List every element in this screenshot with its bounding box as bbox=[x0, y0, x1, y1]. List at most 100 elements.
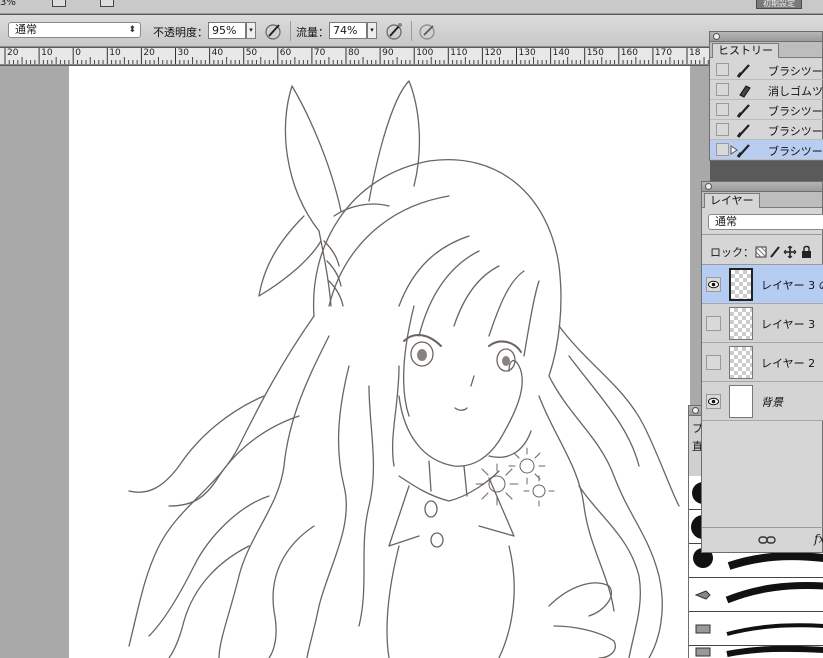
brush-icon bbox=[736, 64, 750, 78]
layer-row[interactable]: レイヤー 3 bbox=[702, 304, 823, 343]
history-snapshot-checkbox[interactable] bbox=[716, 143, 729, 156]
layer-visibility-toggle[interactable] bbox=[706, 316, 721, 331]
layers-panel: レイヤー 通常 ロック： レイヤー 3 の レイヤー 3 レイヤー 2 背景 f bbox=[701, 181, 823, 553]
brush-tip-icon bbox=[695, 647, 711, 657]
history-item-label: ブラシツー bbox=[768, 65, 823, 78]
history-item-label: ブラシツー bbox=[768, 145, 823, 158]
layers-panel-titlebar[interactable] bbox=[702, 182, 822, 192]
opacity-dropdown-button[interactable]: ▾ bbox=[246, 22, 256, 39]
opacity-label: 不透明度： bbox=[153, 26, 208, 39]
ruler-label: 10 bbox=[41, 48, 53, 58]
layer-row-selected[interactable]: レイヤー 3 の bbox=[702, 265, 823, 304]
history-snapshot-checkbox[interactable] bbox=[716, 123, 729, 136]
airbrush-icon[interactable] bbox=[385, 21, 405, 41]
brush-stroke-preview bbox=[725, 582, 823, 604]
close-icon[interactable] bbox=[692, 407, 699, 414]
divider bbox=[411, 21, 412, 41]
opacity-input[interactable]: 95% bbox=[208, 22, 246, 39]
layer-thumbnail bbox=[729, 307, 753, 340]
brush-icon bbox=[736, 104, 750, 118]
layer-blend-mode-value: 通常 bbox=[715, 215, 737, 228]
flow-dropdown-button[interactable]: ▾ bbox=[367, 22, 377, 39]
history-item[interactable]: 消しゴムツ bbox=[710, 80, 823, 100]
ruler-label: 40 bbox=[211, 48, 224, 58]
ruler-label: 20 bbox=[143, 48, 155, 58]
flow-input[interactable]: 74% bbox=[329, 22, 367, 39]
application-top-strip: 3% 初期設定 bbox=[0, 0, 823, 14]
document-workspace[interactable] bbox=[0, 66, 710, 658]
layer-row[interactable]: レイヤー 2 bbox=[702, 343, 823, 382]
history-item[interactable]: ブラシツー bbox=[710, 100, 823, 120]
history-tab-row: ヒストリー bbox=[710, 42, 822, 58]
history-item-label: 消しゴムツ bbox=[768, 85, 823, 98]
close-icon[interactable] bbox=[705, 183, 712, 190]
history-snapshot-checkbox[interactable] bbox=[716, 103, 729, 116]
line-art-sketch bbox=[128, 80, 680, 658]
tab-layers[interactable]: レイヤー bbox=[704, 193, 760, 208]
history-item[interactable]: ブラシツー bbox=[710, 60, 823, 80]
ruler-label: 170 bbox=[654, 48, 673, 58]
tab-history[interactable]: ヒストリー bbox=[712, 43, 779, 58]
layer-style-fx-button[interactable]: fx bbox=[814, 532, 823, 546]
layer-thumbnail bbox=[729, 346, 753, 379]
horizontal-ruler: 20 10 0 10 20 30 40 50 60 70 80 90 100 110 120 130 140 15… bbox=[0, 48, 710, 65]
layer-list: レイヤー 3 の レイヤー 3 レイヤー 2 背景 bbox=[702, 265, 823, 425]
drawing-canvas[interactable] bbox=[69, 66, 690, 658]
layer-visibility-toggle[interactable] bbox=[706, 394, 721, 409]
tool-options-bar: 通常 ⬍ 不透明度： 95% ▾ 流量： 74% ▾ bbox=[0, 15, 823, 47]
brush-stroke-preview bbox=[726, 623, 823, 636]
tablet-pressure-size-icon[interactable] bbox=[418, 21, 438, 41]
ruler-label: 160 bbox=[620, 48, 638, 58]
brush-icon bbox=[736, 144, 750, 158]
eraser-icon bbox=[739, 85, 751, 98]
layer-thumbnail bbox=[729, 268, 753, 301]
close-icon[interactable] bbox=[713, 33, 720, 40]
brush-preset[interactable] bbox=[689, 612, 823, 646]
layer-blend-mode-select[interactable]: 通常 bbox=[708, 214, 823, 230]
tool-preset-icon[interactable] bbox=[52, 0, 66, 7]
default-workspace-button[interactable]: 初期設定 bbox=[756, 0, 802, 9]
ruler-label: 60 bbox=[279, 48, 292, 58]
blend-mode-value: 通常 bbox=[15, 23, 37, 36]
brush-icon bbox=[736, 124, 750, 138]
history-item-label: ブラシツー bbox=[768, 105, 823, 118]
zoom-fragment: 3% bbox=[0, 0, 16, 8]
brush-preset[interactable] bbox=[689, 646, 823, 658]
link-layers-icon[interactable] bbox=[758, 534, 776, 546]
lock-transparent-icon bbox=[755, 246, 767, 258]
select-arrows-icon: ⬍ bbox=[128, 25, 136, 35]
ruler-label: 0 bbox=[75, 48, 81, 58]
brush-stroke-preview bbox=[726, 646, 823, 657]
history-snapshot-checkbox[interactable] bbox=[716, 63, 729, 76]
airbrush-pressure-opacity-icon[interactable] bbox=[264, 21, 284, 41]
brush-preset[interactable] bbox=[689, 578, 823, 612]
ruler-label: 70 bbox=[313, 48, 326, 58]
eye-icon bbox=[708, 397, 719, 406]
ruler-label: 150 bbox=[586, 48, 604, 58]
ruler-label: 90 bbox=[382, 48, 394, 58]
divider bbox=[702, 234, 823, 235]
history-snapshot-checkbox[interactable] bbox=[716, 83, 729, 96]
lock-paint-icon bbox=[770, 246, 780, 258]
brush-tip-icon bbox=[695, 624, 711, 634]
layer-visibility-toggle[interactable] bbox=[706, 355, 721, 370]
layer-visibility-toggle[interactable] bbox=[706, 277, 721, 292]
history-item[interactable]: ブラシツー bbox=[710, 120, 823, 140]
screen-mode-icon[interactable] bbox=[100, 0, 114, 7]
lock-label: ロック： bbox=[710, 246, 754, 259]
blend-mode-select[interactable]: 通常 ⬍ bbox=[8, 22, 141, 38]
layer-row[interactable]: 背景 bbox=[702, 382, 823, 421]
history-panel-titlebar[interactable] bbox=[710, 32, 822, 42]
history-list: ブラシツー 消しゴムツ ブラシツー ブラシツー ブラシツー bbox=[710, 60, 823, 160]
layer-name: 背景 bbox=[761, 396, 783, 409]
history-item-selected[interactable]: ブラシツー bbox=[710, 140, 823, 160]
ruler-label: 80 bbox=[348, 48, 360, 58]
ruler-label: 50 bbox=[245, 48, 258, 58]
lock-options-icons bbox=[755, 245, 811, 259]
ruler-label: 110 bbox=[450, 48, 468, 58]
ruler-label: 130 bbox=[518, 48, 536, 58]
ruler-label: 18 bbox=[689, 48, 701, 58]
layers-tab-row: レイヤー bbox=[702, 192, 822, 208]
lock-move-icon bbox=[783, 245, 797, 259]
layer-thumbnail bbox=[729, 385, 753, 418]
